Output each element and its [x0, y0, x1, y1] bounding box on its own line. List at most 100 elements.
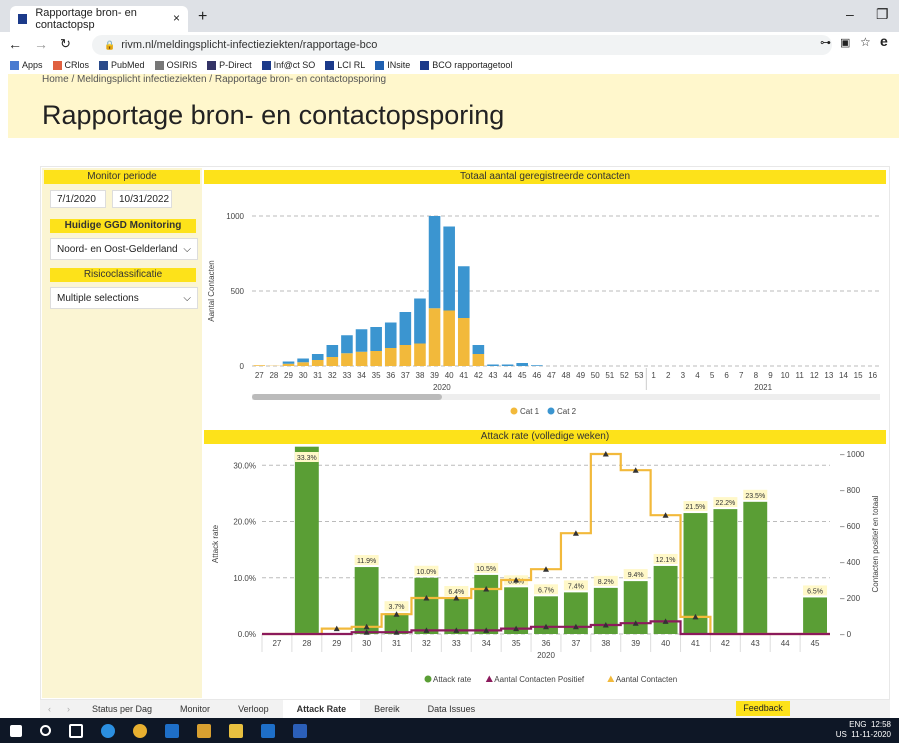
tab-next-icon[interactable]: › [59, 704, 78, 714]
x-tick-label: 14 [839, 371, 848, 380]
x-tick-label: 34 [357, 371, 366, 380]
legend-marker [510, 407, 518, 415]
data-label: 7.4% [568, 583, 584, 590]
ggd-select-value: Noord- en Oost-Gelderland [57, 243, 178, 255]
x-tick-label: 32 [422, 639, 431, 648]
new-tab-icon[interactable]: + [198, 8, 207, 26]
windows-start-icon[interactable] [10, 724, 22, 737]
tab-status-per-dag[interactable]: Status per Dag [78, 700, 166, 718]
risk-select[interactable]: Multiple selections ⌵ [50, 287, 198, 309]
bookmark-infect[interactable]: Inf@ct SO [261, 60, 315, 70]
bar-segment [311, 354, 324, 360]
y2-tick-label: – 0 [840, 630, 852, 639]
x-tick-label: 10 [781, 371, 790, 380]
outlook-icon[interactable] [165, 723, 179, 738]
tab-verloop[interactable]: Verloop [224, 700, 283, 718]
attack-rate-bar [294, 446, 319, 634]
x-tick-label: 27 [255, 371, 264, 380]
browser-tab[interactable]: Rapportage bron- en contactopsp × [10, 6, 188, 32]
restore-icon[interactable]: ❐ [876, 6, 889, 23]
y2-tick-label: – 200 [840, 594, 861, 603]
task-view-icon[interactable] [69, 723, 83, 738]
tab-bereik[interactable]: Bereik [360, 700, 414, 718]
bookmark-osiris[interactable]: OSIRIS [154, 60, 197, 70]
tab-monitor[interactable]: Monitor [166, 700, 224, 718]
x-tick-label: 8 [754, 371, 759, 380]
bookmark-pubmed[interactable]: PubMed [99, 60, 145, 70]
data-label: 3.7% [389, 604, 405, 611]
bookmark-bco[interactable]: BCO rapportagetool [420, 60, 512, 70]
bookmark-crlos[interactable]: CRlos [52, 60, 89, 70]
search-icon[interactable] [40, 725, 51, 736]
bookmark-apps[interactable]: Apps [10, 60, 43, 70]
ggd-select[interactable]: Noord- en Oost-Gelderland ⌵ [50, 238, 198, 260]
x-tick-label: 5 [710, 371, 715, 380]
chrome-icon[interactable] [133, 723, 147, 738]
word-icon[interactable] [293, 723, 307, 738]
y-tick-label: 500 [231, 287, 245, 296]
bar-segment [443, 226, 455, 311]
data-label: 8.2% [598, 579, 614, 586]
lock-app-icon[interactable] [229, 723, 243, 738]
bookmark-pdirect[interactable]: P-Direct [207, 60, 252, 70]
bar-segment [311, 360, 324, 366]
forward-icon[interactable]: → [34, 36, 48, 52]
outlook2-icon[interactable] [261, 723, 275, 738]
legend-marker [424, 675, 432, 683]
extension-icon[interactable]: ▣ [840, 36, 850, 49]
scrollbar-thumb[interactable] [252, 394, 442, 400]
y-axis-label: Aantal Contacten [207, 260, 216, 321]
bookmark-lci[interactable]: LCI RL [325, 60, 365, 70]
tray-lang[interactable]: ENG [849, 720, 866, 729]
url-field[interactable]: 🔒 rivm.nl/meldingsplicht-infectieziekten… [92, 35, 832, 55]
bar-segment [530, 365, 543, 366]
attack-rate-bar [713, 509, 738, 634]
tab-attack-rate[interactable]: Attack Rate [282, 700, 361, 718]
legend-marker [485, 675, 493, 682]
x-tick-label: 6 [724, 371, 729, 380]
x-tick-label: 32 [328, 371, 337, 380]
x-tick-label: 44 [781, 639, 790, 648]
bar-segment [282, 361, 295, 364]
x-tick-label: 30 [362, 639, 371, 648]
feedback-button[interactable]: Feedback [736, 701, 790, 716]
x-tick-label: 36 [542, 639, 551, 648]
system-tray: ENG 12:58 US 11-11-2020 [836, 720, 891, 740]
bar-segment [516, 363, 528, 366]
tray-time[interactable]: 12:58 [871, 720, 891, 729]
edge-icon[interactable] [101, 723, 115, 738]
bar-segment [253, 365, 266, 366]
bar-segment [399, 345, 412, 366]
minimize-icon[interactable]: – [846, 6, 854, 22]
profile-icon[interactable]: e [880, 33, 888, 49]
breadcrumb[interactable]: Home / Meldingsplicht infectieziekten / … [42, 74, 386, 85]
x-tick-label: 38 [416, 371, 425, 380]
back-icon[interactable]: ← [8, 36, 22, 52]
file-explorer-icon[interactable] [197, 723, 211, 738]
contacts-bar-chart: 05001000Aantal Contacten27 28 29 30 31 32 33 34… [207, 212, 880, 416]
date-from-field[interactable]: 7/1/2020 [50, 190, 106, 208]
bar-segment [370, 351, 382, 366]
data-label: 12.1% [656, 557, 676, 564]
tab-prev-icon[interactable]: ‹ [40, 704, 59, 714]
legend-label: Aantal Contacten [616, 675, 677, 684]
key-icon[interactable]: ⊶ [820, 36, 831, 49]
x-tick-label: 42 [474, 371, 483, 380]
y-tick-label: 0 [240, 362, 245, 371]
x-tick-label: 28 [269, 371, 278, 380]
bar-segment [399, 312, 412, 345]
close-icon[interactable]: × [173, 11, 180, 25]
bookmark-insite[interactable]: INsite [375, 60, 410, 70]
star-icon[interactable]: ☆ [860, 35, 871, 49]
data-label: 23.5% [745, 493, 765, 500]
legend-label: Cat 1 [520, 407, 540, 416]
y-tick-label: 30.0% [233, 461, 256, 470]
bar-segment [443, 310, 455, 366]
bar-segment [487, 364, 499, 366]
bar-segment [326, 357, 339, 366]
x-tick-label: 34 [482, 639, 491, 648]
date-to-field[interactable]: 10/31/2022 [112, 190, 172, 208]
tab-data-issues[interactable]: Data Issues [414, 700, 490, 718]
reload-icon[interactable]: ↻ [60, 36, 71, 52]
x-tick-label: 4 [695, 371, 700, 380]
